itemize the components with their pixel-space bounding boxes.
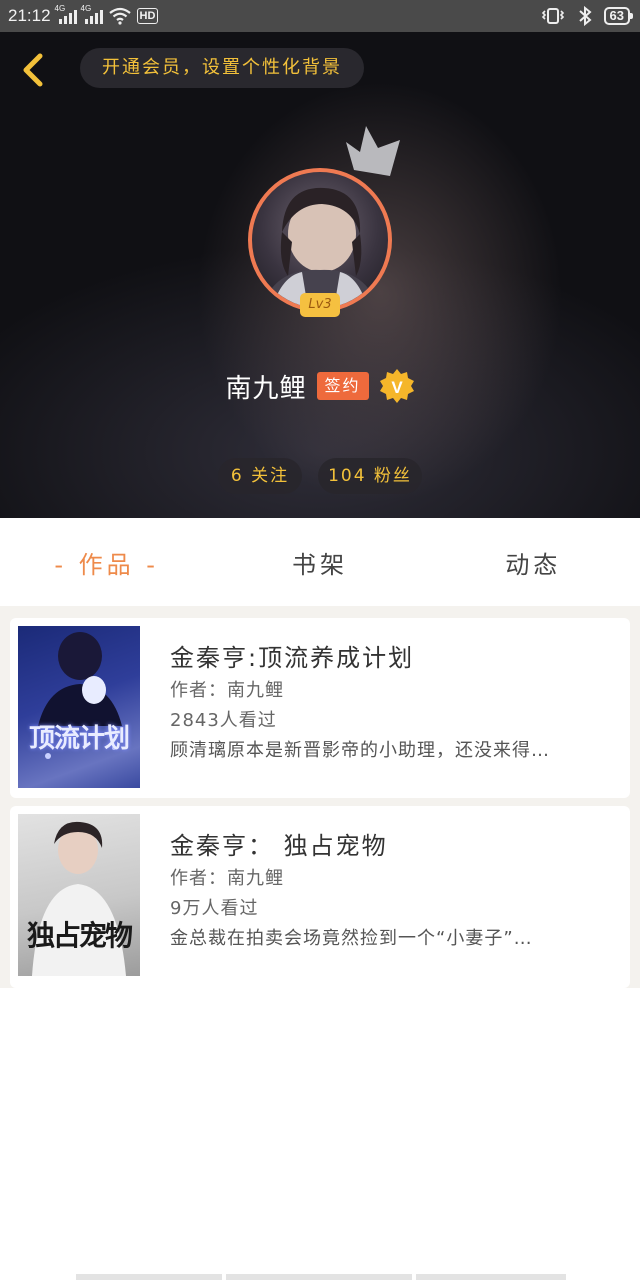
- level-badge: Lv3: [300, 293, 340, 317]
- bottom-divider: [416, 1274, 566, 1280]
- user-name: 南九鲤: [225, 373, 307, 404]
- tab-activity[interactable]: 动态: [427, 518, 640, 606]
- status-bar: 21:12 4G 4G HD 63: [0, 0, 640, 32]
- wifi-icon: [108, 7, 131, 25]
- book-card[interactable]: 独占宠物 金秦亨： 独占宠物 作者：南九鲤 9万人看过 金总裁在拍卖会场竟然捡到…: [10, 806, 630, 988]
- book-author: 作者：南九鲤: [170, 868, 284, 889]
- tab-works[interactable]: - 作品 -: [0, 518, 213, 606]
- book-author: 作者：南九鲤: [170, 680, 284, 701]
- signal-icon: 4G: [55, 4, 77, 24]
- bluetooth-icon: [578, 6, 592, 26]
- avatar[interactable]: [248, 168, 392, 312]
- svg-text:V: V: [391, 378, 403, 397]
- book-cover: 独占宠物: [18, 814, 140, 976]
- profile-header: 开通会员，设置个性化背景 Lv3 南九鲤 签约 V 6 关注 104 粉丝: [0, 32, 640, 518]
- cover-title: 独占宠物: [26, 919, 133, 952]
- book-title: 金秦亨： 独占宠物: [170, 832, 388, 860]
- book-description: 顾清璃原本是新晋影帝的小助理，还没来得…: [170, 740, 550, 761]
- hd-icon: HD: [136, 8, 159, 24]
- book-views: 9万人看过: [170, 898, 259, 919]
- vip-background-banner[interactable]: 开通会员，设置个性化背景: [80, 48, 364, 88]
- book-card[interactable]: 顶流计划 金秦亨:顶流养成计划 作者：南九鲤 2843人看过 顾清璃原本是新晋影…: [10, 618, 630, 798]
- book-views: 2843人看过: [170, 710, 277, 731]
- avatar-container: [248, 168, 392, 312]
- signed-badge: 签约: [316, 372, 369, 400]
- tab-bookshelf[interactable]: 书架: [213, 518, 426, 606]
- bottom-divider: [226, 1274, 412, 1280]
- tab-bar: - 作品 - 书架 动态: [0, 518, 640, 606]
- cover-art: [38, 632, 122, 759]
- book-title: 金秦亨:顶流养成计划: [170, 644, 415, 672]
- v-badge-icon: V: [379, 369, 414, 403]
- book-description: 金总裁在拍卖会场竟然捡到一个“小妻子”…: [170, 928, 533, 949]
- cover-title: 顶流计划: [28, 724, 130, 754]
- book-cover: 顶流计划: [18, 626, 140, 788]
- clock: 21:12: [8, 6, 51, 25]
- battery-icon: 63: [603, 7, 634, 25]
- signal-icon-2: 4G: [81, 4, 103, 24]
- following-count[interactable]: 6 关注: [218, 458, 302, 494]
- back-arrow-icon[interactable]: [14, 48, 58, 92]
- avatar-photo: [262, 187, 378, 308]
- fans-count[interactable]: 104 粉丝: [318, 458, 422, 494]
- vibrate-icon: [541, 8, 564, 24]
- bottom-divider: [76, 1274, 222, 1280]
- name-row: 南九鲤 签约 V: [0, 366, 640, 406]
